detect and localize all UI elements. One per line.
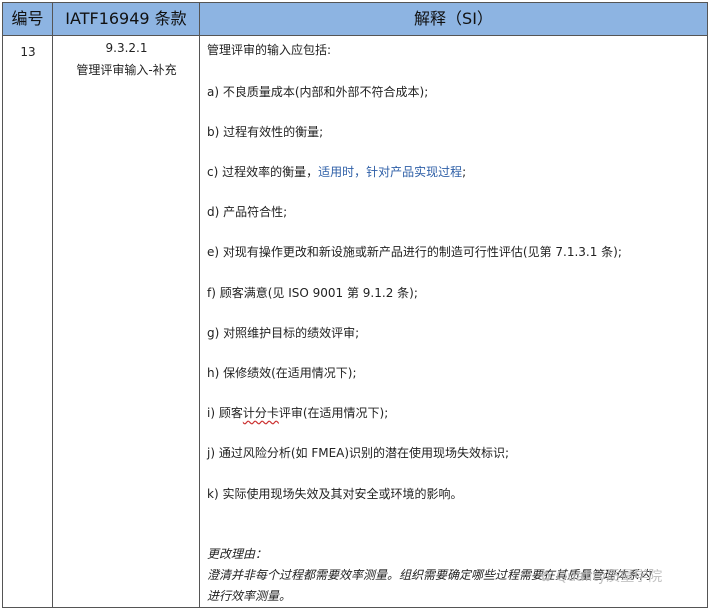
si-item-b: b) 过程有效性的衡量; [207, 125, 324, 139]
si-item-a: a) 不良质量成本(内部和外部不符合成本); [207, 85, 429, 99]
si-item-h: h) 保修绩效(在适用情况下); [207, 366, 357, 380]
change-reason-line-2: 进行效率测量。 [207, 589, 292, 603]
column-divider [199, 35, 200, 607]
header-clause: IATF16949 条款 [53, 3, 200, 35]
si-item-c: c) 过程效率的衡量，适用时，针对产品实现过程; [207, 163, 466, 180]
si-item-i-text: i) 顾客 [207, 406, 243, 420]
si-item-i: i) 顾客计分卡评审(在适用情况下); [207, 404, 388, 421]
header-interpretation: 解释（SI） [414, 9, 493, 28]
si-item-e: e) 对现有操作更改和新设施或新产品进行的制造可行性评估(见第 7.1.3.1 … [207, 245, 622, 259]
si-item-c-highlight: 适用时，针对产品实现过程 [318, 165, 463, 179]
wechat-icon: ✿ [540, 569, 552, 585]
si-item-j: j) 通过风险分析(如 FMEA)识别的潜在使用现场失效标识; [207, 446, 510, 460]
si-item-i-underlined: 计分卡 [242, 406, 279, 420]
si-item-g: g) 对照维护目标的绩效评审; [207, 326, 360, 340]
table-header: 编号 IATF16949 条款 解释（SI） [3, 3, 707, 36]
header-number: 编号 [3, 3, 53, 35]
change-reason-title: 更改理由： [207, 547, 268, 561]
si-intro: 管理评审的输入应包括: [207, 43, 332, 57]
watermark-text: Quality质量学院 [556, 569, 663, 585]
si-item-k: k) 实际使用现场失效及其对安全或环境的影响。 [207, 487, 463, 501]
si-item-i-tail: 评审(在适用情况下); [278, 406, 389, 420]
si-item-c-tail: ; [462, 165, 467, 179]
row-number: 13 [20, 45, 36, 59]
si-item-f: f) 顾客满意(见 ISO 9001 第 9.1.2 条); [207, 286, 418, 300]
clause-number: 9.3.2.1 [105, 41, 148, 55]
watermark: ✿ Quality质量学院 [540, 566, 662, 586]
si-table: 编号 IATF16949 条款 解释（SI） 13 9.3.2.1 管理评审输入… [2, 2, 708, 608]
si-item-c-text: c) 过程效率的衡量， [207, 165, 319, 179]
clause-title: 管理评审输入-补充 [76, 63, 177, 77]
si-item-d: d) 产品符合性; [207, 205, 288, 219]
column-divider [52, 35, 53, 607]
